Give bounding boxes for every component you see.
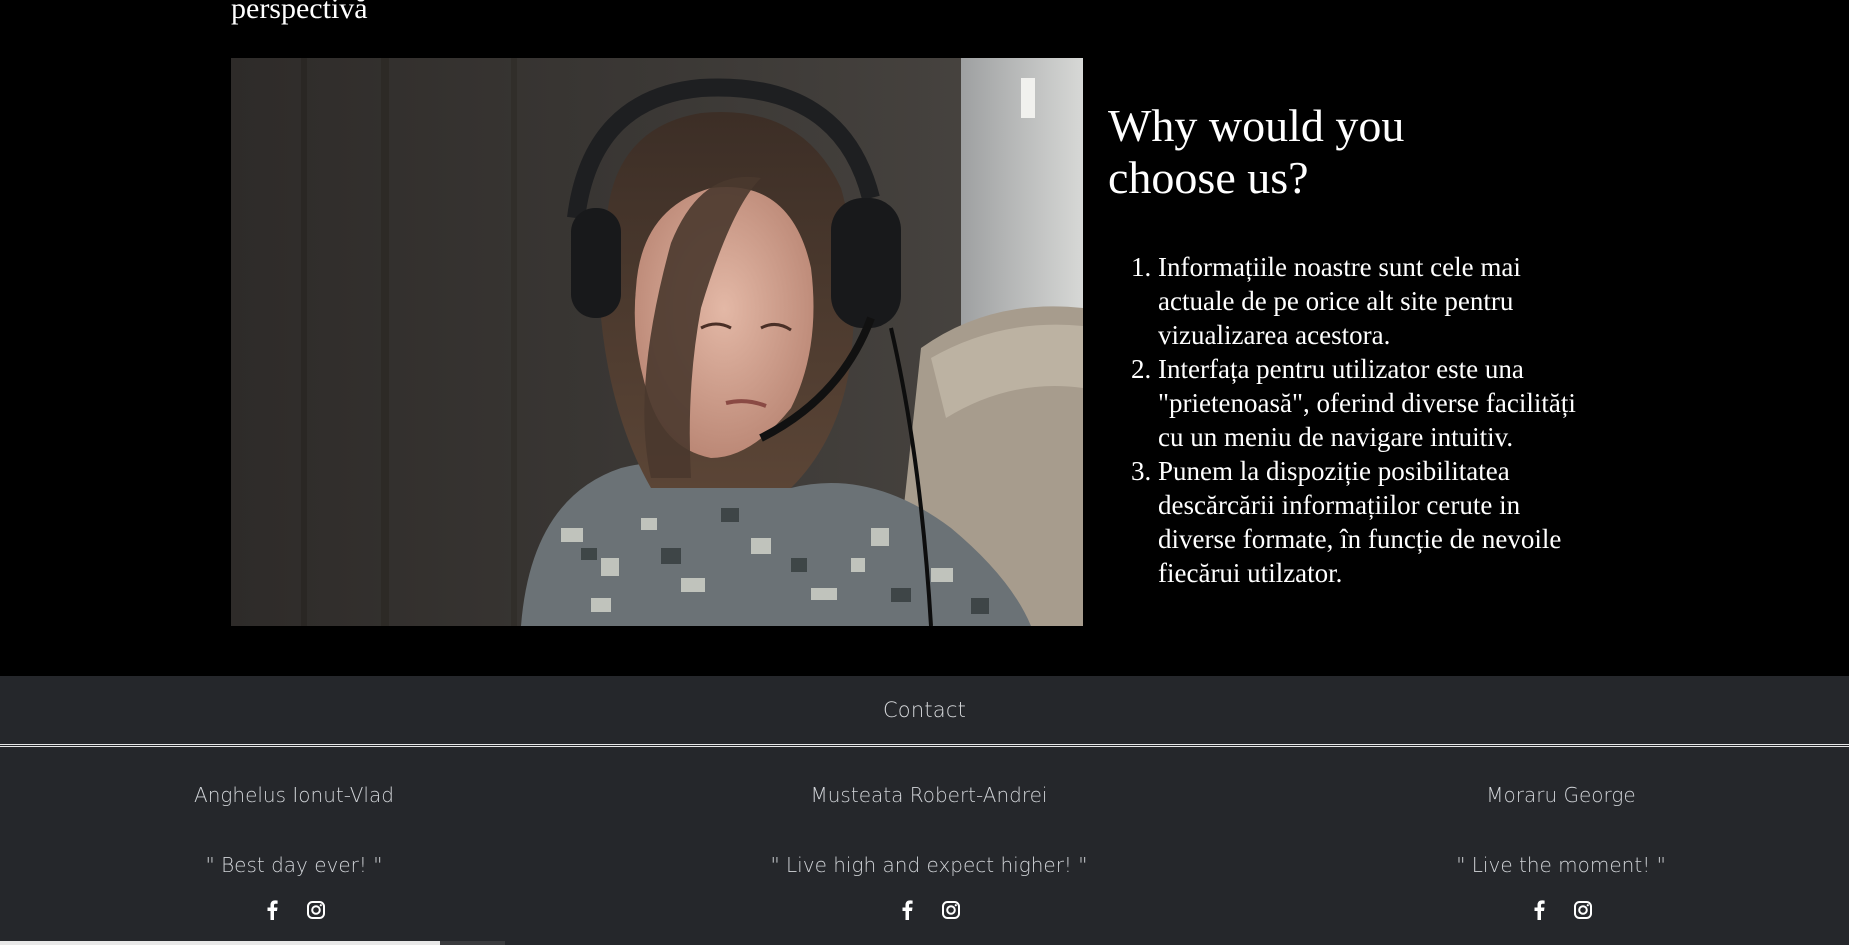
- member-quote: " Live high and expect higher! ": [770, 853, 1088, 877]
- instagram-icon[interactable]: [305, 899, 327, 921]
- member-name: Anghelus Ionut-Vlad: [194, 783, 394, 807]
- member-name: Musteata Robert-Andrei: [810, 783, 1048, 807]
- social-links: [34, 899, 554, 921]
- team-member-card: Moraru George " Live the moment! ": [1301, 747, 1821, 921]
- team-member-card: Musteata Robert-Andrei " Live high and e…: [669, 747, 1189, 921]
- section-title: Why would you choose us?: [1108, 100, 1405, 203]
- benefit-item: Informațiile noastre sunt cele mai actua…: [1158, 250, 1588, 352]
- hero-image: [231, 58, 1083, 626]
- contact-heading: Contact: [882, 698, 967, 722]
- facebook-icon[interactable]: [261, 899, 283, 921]
- benefit-item: Interfața pentru utilizator este una "pr…: [1158, 352, 1588, 454]
- member-quote: " Best day ever! ": [205, 853, 383, 877]
- benefit-item: Punem la dispoziție posibilitatea descăr…: [1158, 454, 1588, 590]
- section-heading-fragment: perspectivă: [231, 0, 368, 25]
- why-choose-us-section: Why would you choose us? Informațiile no…: [1108, 100, 1628, 590]
- member-name: Moraru George: [1486, 783, 1636, 807]
- social-links: [1301, 899, 1821, 921]
- instagram-icon[interactable]: [1572, 899, 1594, 921]
- facebook-icon[interactable]: [896, 899, 918, 921]
- benefits-list: Informațiile noastre sunt cele mai actua…: [1108, 250, 1588, 590]
- member-quote: " Live the moment! ": [1456, 853, 1666, 877]
- instagram-icon[interactable]: [940, 899, 962, 921]
- team-member-card: Anghelus Ionut-Vlad " Best day ever! ": [34, 747, 554, 921]
- team-members: Anghelus Ionut-Vlad " Best day ever! " M…: [0, 747, 1849, 942]
- scrollbar-thumb[interactable]: [0, 941, 440, 945]
- social-links: [669, 899, 1189, 921]
- footer: Contact Anghelus Ionut-Vlad " Best day e…: [0, 676, 1849, 945]
- facebook-icon[interactable]: [1528, 899, 1550, 921]
- hero-photo-woman-headset: [231, 58, 1083, 626]
